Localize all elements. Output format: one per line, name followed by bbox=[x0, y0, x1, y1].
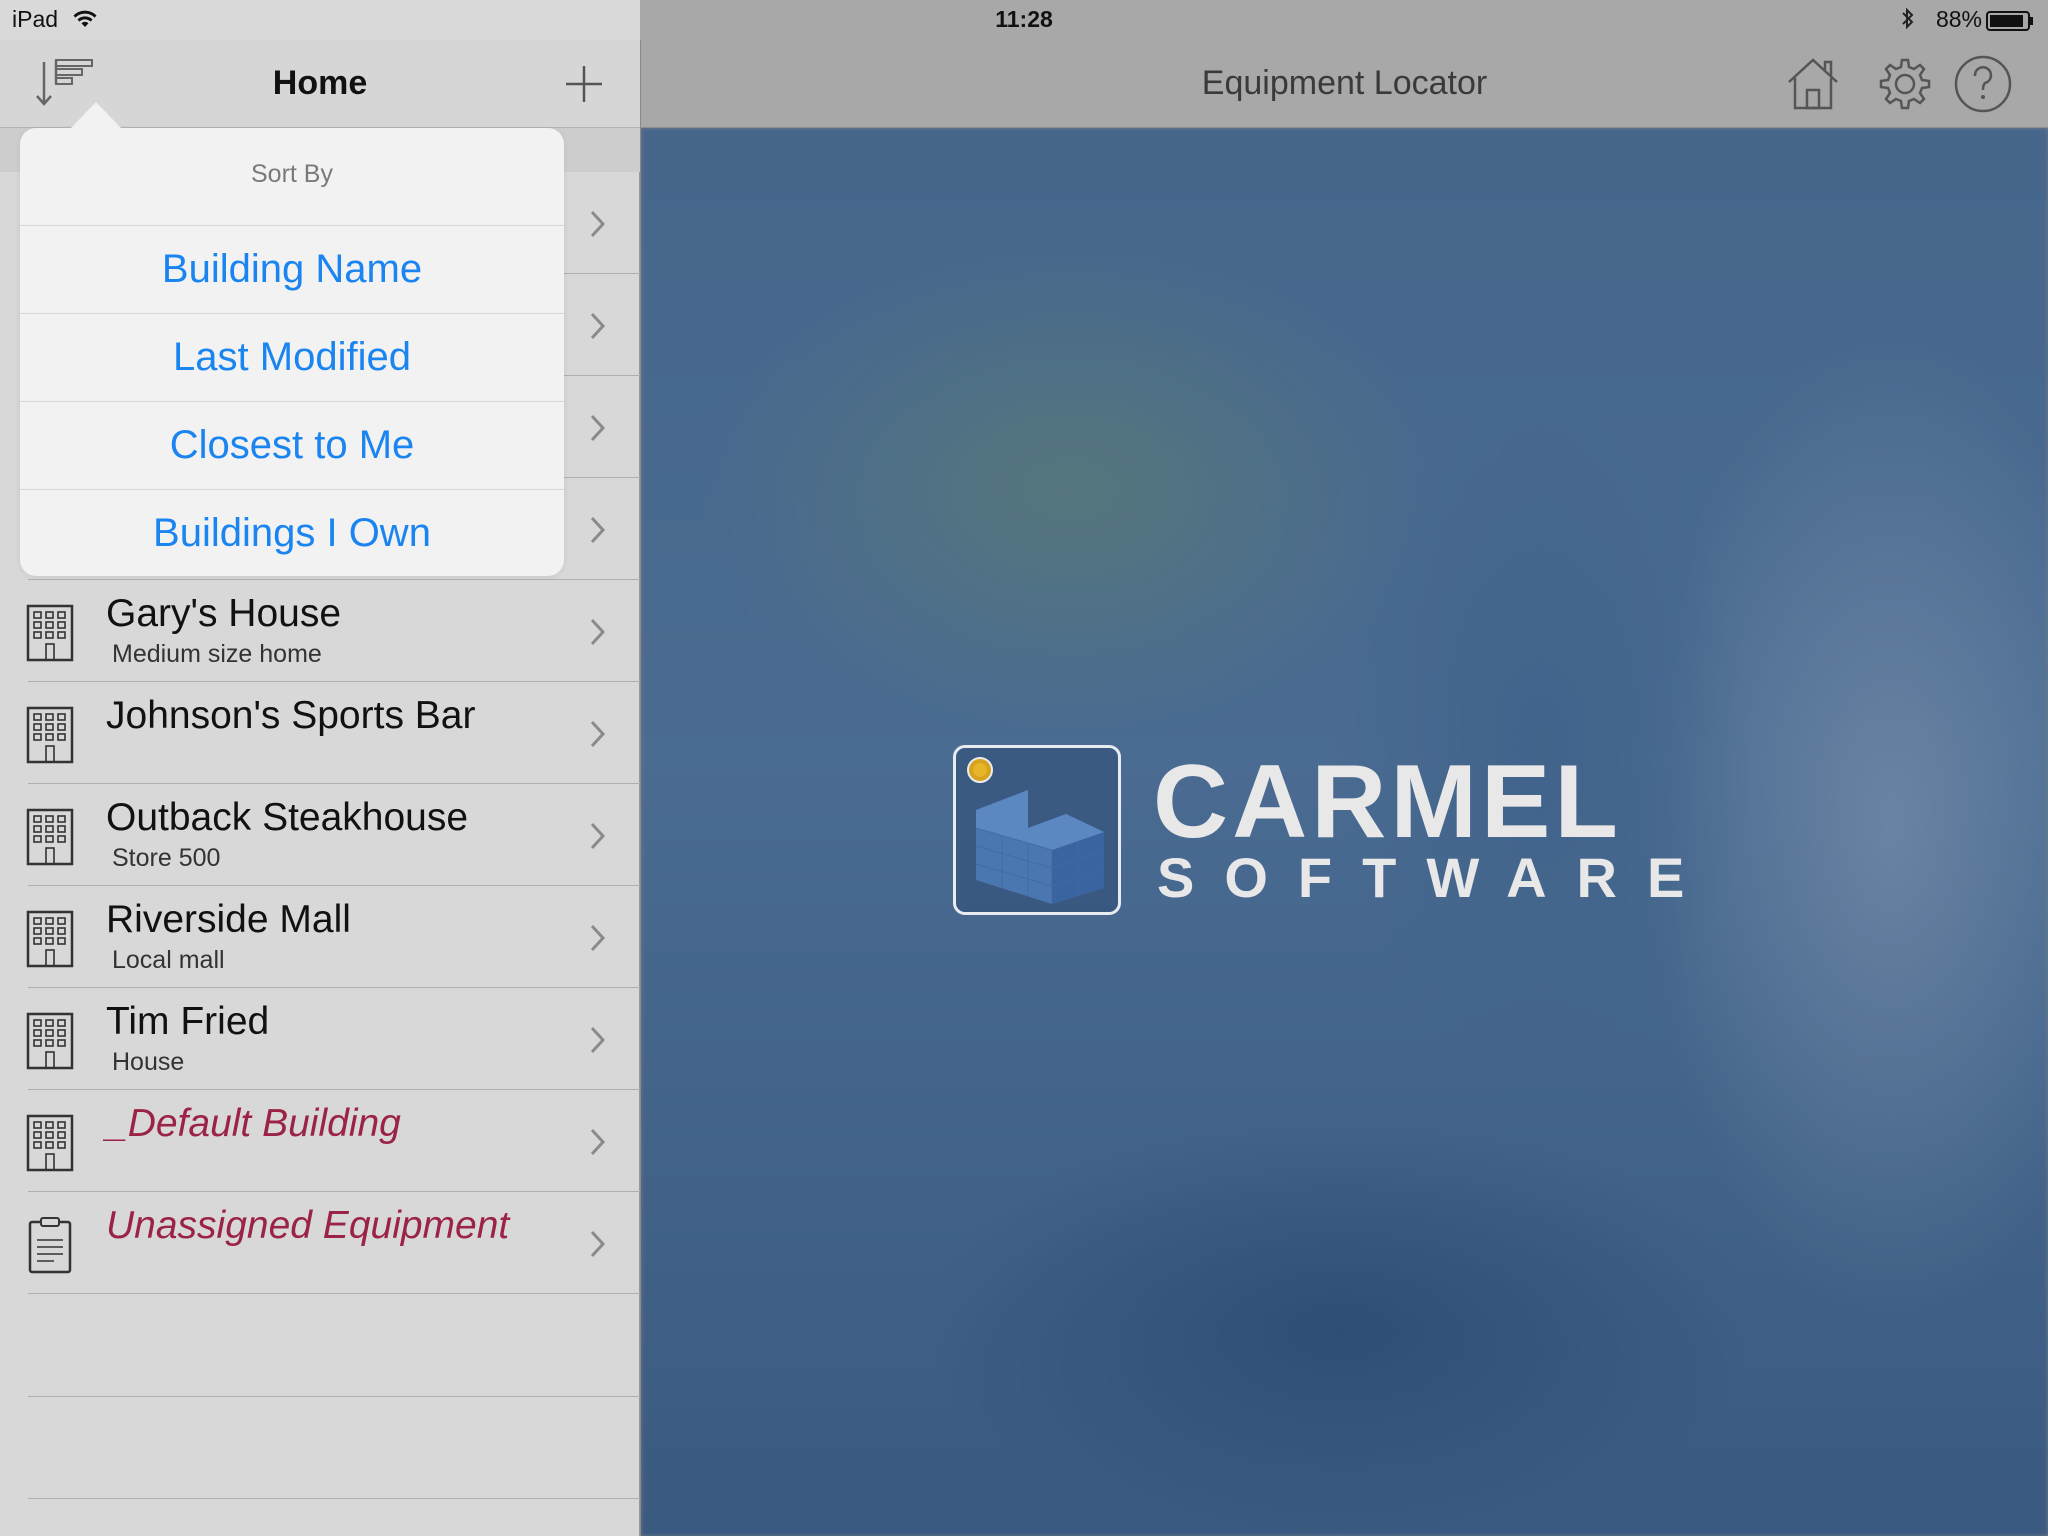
list-divider bbox=[28, 1396, 640, 1397]
chevron-right-icon bbox=[590, 516, 606, 544]
right-navigation-bar: Equipment Locator bbox=[641, 40, 2048, 128]
chevron-right-icon bbox=[590, 618, 606, 646]
building-row-outback-steakhouse[interactable]: Outback Steakhouse Store 500 bbox=[0, 784, 640, 886]
sort-option-closest-to-me[interactable]: Closest to Me bbox=[20, 401, 564, 489]
cube-logo-icon bbox=[967, 757, 1105, 904]
building-row-tim-fried[interactable]: Tim Fried House bbox=[0, 988, 640, 1090]
add-button[interactable] bbox=[560, 60, 608, 108]
chevron-right-icon bbox=[590, 210, 606, 238]
row-title: Outback Steakhouse bbox=[106, 796, 469, 839]
sort-option-building-name[interactable]: Building Name bbox=[20, 225, 564, 313]
list-divider bbox=[28, 1498, 640, 1499]
chevron-right-icon bbox=[590, 1128, 606, 1156]
sort-popover: Sort By Building Name Last Modified Clos… bbox=[20, 102, 564, 577]
chevron-right-icon bbox=[590, 414, 606, 442]
chevron-right-icon bbox=[590, 720, 606, 748]
detail-panel: Equipment Locator CARMEL SOFTWARE bbox=[641, 40, 2048, 1536]
help-icon bbox=[1954, 55, 2012, 113]
chevron-right-icon bbox=[590, 1026, 606, 1054]
status-time: 11:28 bbox=[995, 6, 1053, 32]
row-title: _Default Building bbox=[106, 1102, 401, 1145]
row-title: Tim Fried bbox=[106, 1000, 270, 1043]
home-button[interactable] bbox=[1781, 52, 1845, 116]
building-row-riverside-mall[interactable]: Riverside Mall Local mall bbox=[0, 886, 640, 988]
status-bar-right: 11:28 88% bbox=[640, 0, 2048, 40]
home-icon bbox=[1788, 58, 1838, 110]
building-icon bbox=[26, 604, 74, 662]
logo-subtitle: SOFTWARE bbox=[1157, 846, 1715, 909]
battery-percent: 88% bbox=[1935, 6, 1982, 32]
chevron-right-icon bbox=[590, 822, 606, 850]
popover-title: Sort By bbox=[251, 160, 333, 188]
popover-arrow bbox=[70, 102, 122, 129]
building-icon bbox=[26, 910, 74, 968]
chevron-right-icon bbox=[590, 1230, 606, 1258]
battery-icon bbox=[1986, 11, 2033, 31]
row-subtitle: Store 500 bbox=[112, 844, 221, 872]
gear-icon bbox=[1879, 58, 1931, 110]
row-title: Johnson's Sports Bar bbox=[106, 694, 476, 737]
settings-button[interactable] bbox=[1873, 52, 1937, 116]
building-icon bbox=[26, 706, 74, 764]
building-icon bbox=[26, 1012, 74, 1070]
chevron-right-icon bbox=[590, 312, 606, 340]
row-title: Riverside Mall bbox=[106, 898, 351, 941]
building-row-johnsons-sports-bar[interactable]: Johnson's Sports Bar bbox=[0, 682, 640, 784]
sort-option-buildings-i-own[interactable]: Buildings I Own bbox=[20, 489, 564, 577]
building-row-garys-house[interactable]: Gary's House Medium size home bbox=[0, 580, 640, 682]
unassigned-equipment-row[interactable]: Unassigned Equipment bbox=[0, 1192, 640, 1294]
building-icon bbox=[26, 1114, 74, 1172]
help-button[interactable] bbox=[1951, 52, 2015, 116]
building-row-default-building[interactable]: _Default Building bbox=[0, 1090, 640, 1192]
sort-option-last-modified[interactable]: Last Modified bbox=[20, 313, 564, 401]
carmel-software-logo: CARMEL SOFTWARE bbox=[953, 744, 1753, 945]
chevron-right-icon bbox=[590, 924, 606, 952]
bluetooth-icon bbox=[1902, 7, 1914, 30]
row-title: Gary's House bbox=[106, 592, 342, 635]
row-title: Unassigned Equipment bbox=[106, 1204, 510, 1247]
row-subtitle: Local mall bbox=[112, 946, 225, 974]
logo-cube-badge bbox=[953, 745, 1121, 915]
page-title: Home bbox=[272, 64, 368, 102]
building-icon bbox=[26, 808, 74, 866]
row-subtitle: Medium size home bbox=[112, 640, 322, 668]
clipboard-icon bbox=[28, 1217, 72, 1274]
row-subtitle: House bbox=[112, 1048, 185, 1076]
plus-icon bbox=[566, 66, 602, 102]
